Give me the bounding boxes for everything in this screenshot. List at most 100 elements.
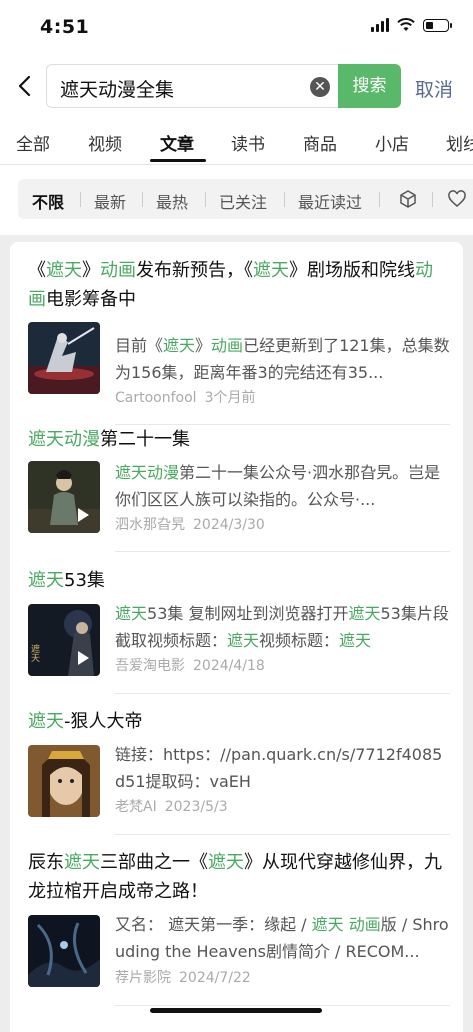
result-meta: Cartoonfool 3个月前: [115, 387, 255, 407]
text-segment: 视频标题：: [259, 631, 340, 650]
filter-any[interactable]: 不限: [32, 189, 64, 213]
filter-divider: [284, 192, 285, 207]
result-snippet: 又名： 遮天第一季：缘起 / 遮天 动画版 / Shrouding the He…: [115, 911, 450, 965]
keyword-highlight: 遮天: [115, 604, 148, 623]
tab-video[interactable]: 视频: [88, 130, 122, 155]
cancel-button[interactable]: 取消: [415, 75, 453, 102]
result-meta: 荐片影院 2024/7/22: [115, 967, 251, 987]
keyword-highlight: 遮天: [28, 570, 64, 591]
tab-books[interactable]: 读书: [231, 130, 265, 155]
clear-icon[interactable]: ✕: [310, 77, 330, 97]
result-meta: 泗水那旮旯 2024/3/30: [115, 514, 265, 534]
result-meta: 吾爱淘电影 2024/4/18: [115, 655, 265, 675]
result-source[interactable]: 老梵AI: [115, 799, 157, 815]
result-snippet: 目前《遮天》动画已经更新到了121集，总集数为156集，距离年番3的完结还有35…: [115, 332, 450, 386]
result-source[interactable]: 吾爱淘电影: [115, 658, 185, 674]
tab-products[interactable]: 商品: [303, 130, 337, 155]
keyword-highlight: 动画: [100, 260, 136, 281]
result-title[interactable]: 辰东遮天三部曲之一《遮天》从现代穿越修仙界，九龙拉棺开启成帝之路！: [28, 848, 448, 906]
text-segment: 目前《: [115, 336, 164, 355]
keyword-highlight: 遮天: [339, 631, 372, 650]
filter-divider: [142, 192, 143, 207]
result-thumbnail[interactable]: [28, 322, 100, 394]
result-thumbnail[interactable]: [28, 461, 100, 533]
text-segment: 》: [82, 260, 100, 281]
filter-divider: [80, 192, 81, 207]
keyword-highlight: 遮天: [46, 260, 82, 281]
text-segment: 53集 复制网址到浏览器打开: [147, 604, 349, 623]
result-divider: [115, 551, 450, 552]
svg-text:遮天: 遮天: [29, 643, 40, 663]
battery-icon: [423, 18, 452, 32]
result-source[interactable]: 荐片影院: [115, 970, 171, 986]
keyword-highlight: 遮天: [227, 631, 260, 650]
result-divider: [115, 834, 450, 835]
result-date: 3个月前: [204, 390, 256, 406]
result-thumbnail[interactable]: [28, 915, 100, 987]
result-snippet: 链接：https：//pan.quark.cn/s/7712f4085d51提取…: [115, 741, 450, 795]
filter-divider: [379, 192, 380, 207]
result-date: 2024/4/18: [193, 658, 265, 674]
keyword-highlight: 动画: [211, 336, 244, 355]
back-arrow-icon[interactable]: [14, 74, 38, 98]
search-query-text[interactable]: 遮天动漫全集: [60, 75, 174, 102]
filter-row: 不限 最新 最热 已关注 最近读过: [0, 165, 473, 235]
home-indicator[interactable]: [150, 1008, 322, 1013]
status-time: 4:51: [40, 16, 90, 38]
text-segment: 发布新预告，《: [136, 260, 253, 281]
text-segment: 辰东: [28, 852, 64, 873]
heart-icon[interactable]: [447, 189, 467, 209]
keyword-highlight: 遮天: [64, 852, 100, 873]
text-segment: 第二十一集: [100, 429, 190, 450]
text-segment: 》剧场版和院线: [289, 260, 415, 281]
filter-divider: [432, 192, 433, 207]
text-segment: 》: [195, 336, 212, 355]
keyword-highlight: 遮天: [348, 604, 381, 623]
search-header: 遮天动漫全集 ✕ 搜索 取消: [0, 56, 473, 118]
filter-hottest[interactable]: 最热: [156, 189, 188, 213]
keyword-highlight: 遮天: [208, 852, 244, 873]
active-tab-indicator: [150, 159, 206, 162]
result-meta: 老梵AI 2023/5/3: [115, 796, 228, 816]
result-title[interactable]: 遮天-狠人大帝: [28, 707, 448, 736]
result-thumbnail[interactable]: 遮天: [28, 604, 100, 676]
tab-all[interactable]: 全部: [16, 130, 50, 155]
result-snippet: 遮天动漫第二十一集公众号·泗水那旮旯。岂是你们区区人族可以染指的。公众号·...: [115, 459, 450, 513]
filter-divider: [205, 192, 206, 207]
tab-highlights[interactable]: 划线: [446, 130, 473, 155]
filter-followed[interactable]: 已关注: [219, 189, 267, 213]
result-thumbnail[interactable]: [28, 745, 100, 817]
text-segment: -狠人大帝: [64, 711, 143, 732]
result-divider: [115, 693, 450, 694]
box-icon[interactable]: [398, 189, 418, 209]
cellular-signal-icon: [371, 18, 389, 32]
keyword-highlight: 遮天: [28, 711, 64, 732]
play-icon: [78, 651, 89, 665]
wifi-icon: [397, 18, 415, 31]
results-card: 《遮天》动画发布新预告，《遮天》剧场版和院线动画电影筹备中 目前《遮天》动画已经…: [10, 242, 463, 1032]
keyword-highlight: 遮天: [253, 260, 289, 281]
filter-recently-read[interactable]: 最近读过: [298, 189, 362, 213]
search-button[interactable]: 搜索: [338, 64, 401, 108]
text-segment: 电影筹备中: [46, 289, 136, 310]
result-title[interactable]: 《遮天》动画发布新预告，《遮天》剧场版和院线动画电影筹备中: [28, 256, 448, 314]
tab-shops[interactable]: 小店: [375, 130, 409, 155]
result-date: 2024/3/30: [193, 517, 265, 533]
result-source[interactable]: Cartoonfool: [115, 390, 197, 406]
result-title[interactable]: 遮天动漫第二十一集: [28, 425, 448, 454]
tab-articles[interactable]: 文章: [160, 130, 194, 155]
filter-bar: 不限 最新 最热 已关注 最近读过: [18, 179, 473, 219]
text-segment: 又名： 遮天第一季：缘起 /: [115, 915, 312, 934]
result-source[interactable]: 泗水那旮旯: [115, 517, 185, 533]
keyword-highlight: 遮天动漫: [28, 429, 100, 450]
result-snippet: 遮天53集 复制网址到浏览器打开遮天53集片段截取视频标题：遮天视频标题：遮天: [115, 600, 450, 654]
search-input[interactable]: 遮天动漫全集 ✕: [46, 64, 342, 108]
text-segment: 53集: [64, 570, 105, 591]
status-bar: 4:51: [0, 0, 473, 56]
play-icon: [78, 508, 89, 522]
result-title[interactable]: 遮天53集: [28, 566, 448, 595]
filter-latest[interactable]: 最新: [94, 189, 126, 213]
result-date: 2023/5/3: [164, 799, 228, 815]
result-divider: [115, 1005, 450, 1006]
keyword-highlight: 遮天动漫: [115, 463, 180, 482]
